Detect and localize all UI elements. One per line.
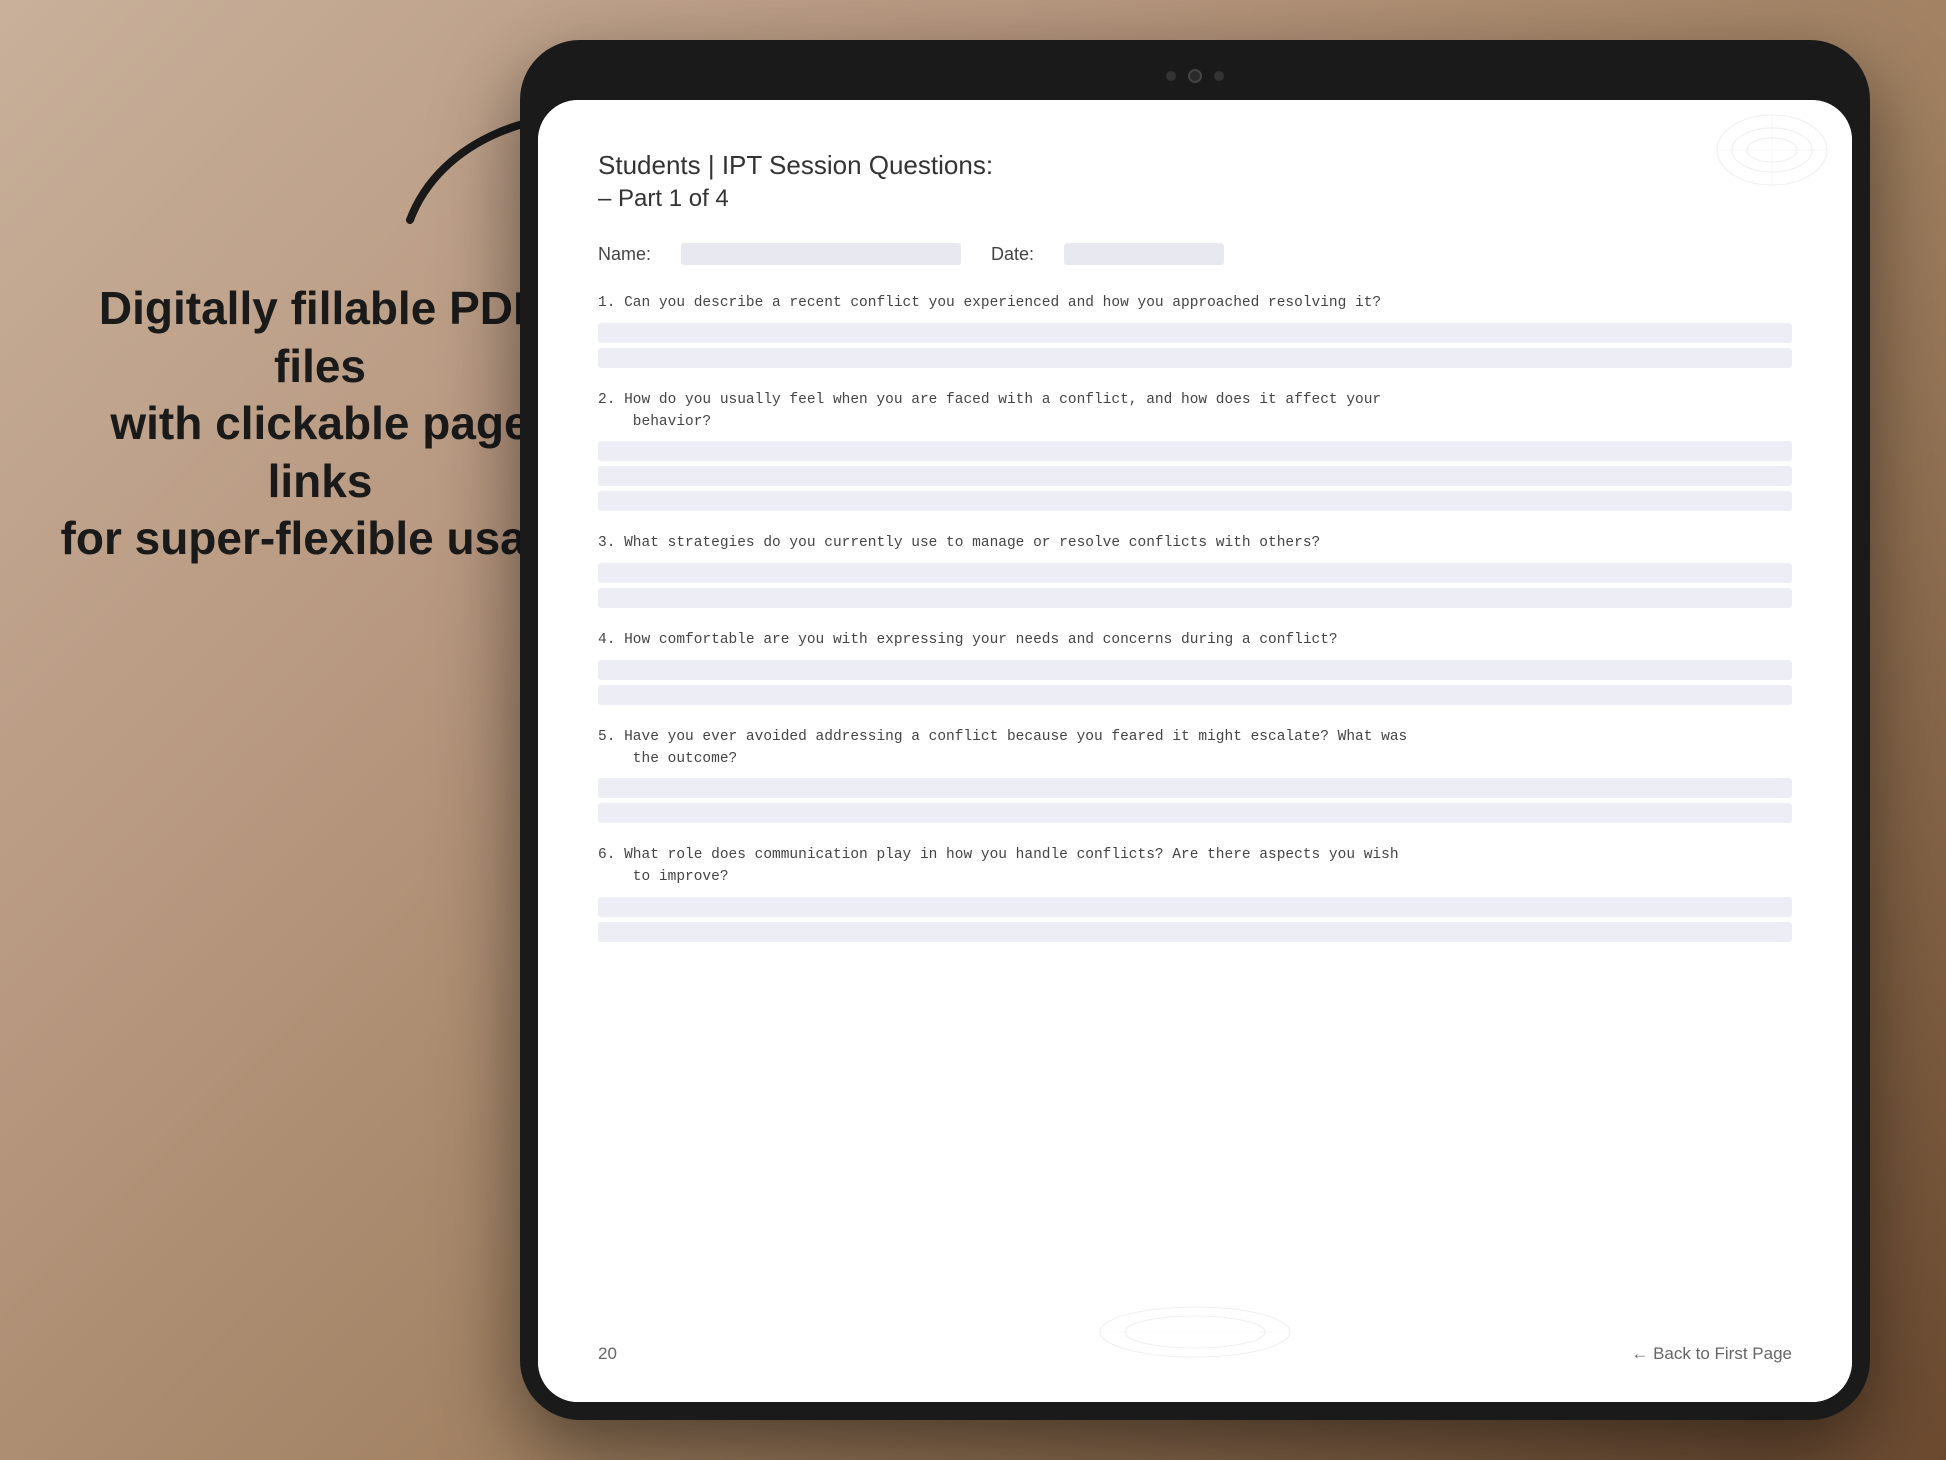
question-3-answer[interactable] <box>598 563 1792 608</box>
question-4: 4. How comfortable are you with expressi… <box>598 630 1792 705</box>
question-2: 2. How do you usually feel when you are … <box>598 390 1792 512</box>
question-6-text: 6. What role does communication play in … <box>598 845 1792 889</box>
question-4-answer[interactable] <box>598 660 1792 705</box>
answer-line <box>598 778 1792 798</box>
answer-line <box>598 588 1792 608</box>
question-1-answer[interactable] <box>598 323 1792 368</box>
watermark-bottom <box>1095 1302 1295 1362</box>
pdf-title: Students | IPT Session Questions: <box>598 150 1792 181</box>
pdf-fields-row: Name: Date: <box>598 243 1792 265</box>
question-5-answer[interactable] <box>598 778 1792 823</box>
camera-dot-left <box>1166 71 1176 81</box>
answer-line <box>598 491 1792 511</box>
promo-text: Digitally fillable PDF files with clicka… <box>60 280 580 568</box>
date-label: Date: <box>991 244 1034 265</box>
answer-line <box>598 897 1792 917</box>
question-5-text: 5. Have you ever avoided addressing a co… <box>598 727 1792 771</box>
question-3-text: 3. What strategies do you currently use … <box>598 533 1792 555</box>
question-5: 5. Have you ever avoided addressing a co… <box>598 727 1792 824</box>
pdf-page: Students | IPT Session Questions: – Part… <box>538 100 1852 1402</box>
question-1-text: 1. Can you describe a recent conflict yo… <box>598 293 1792 315</box>
question-1: 1. Can you describe a recent conflict yo… <box>598 293 1792 368</box>
question-4-text: 4. How comfortable are you with expressi… <box>598 630 1792 652</box>
question-6-answer[interactable] <box>598 897 1792 942</box>
answer-line <box>598 323 1792 343</box>
watermark-top <box>1712 110 1832 190</box>
tablet-camera-bar <box>538 58 1852 94</box>
answer-line <box>598 685 1792 705</box>
answer-line <box>598 922 1792 942</box>
answer-line <box>598 348 1792 368</box>
date-input[interactable] <box>1064 243 1224 265</box>
tablet-device: Students | IPT Session Questions: – Part… <box>520 40 1870 1420</box>
answer-line <box>598 466 1792 486</box>
name-input[interactable] <box>681 243 961 265</box>
question-2-answer[interactable] <box>598 441 1792 511</box>
name-label: Name: <box>598 244 651 265</box>
answer-line <box>598 563 1792 583</box>
camera-dot-right <box>1214 71 1224 81</box>
page-number: 20 <box>598 1344 617 1364</box>
camera-lens <box>1188 69 1202 83</box>
pdf-subtitle: – Part 1 of 4 <box>598 185 1792 213</box>
tablet-screen: Students | IPT Session Questions: – Part… <box>538 100 1852 1402</box>
answer-line <box>598 441 1792 461</box>
back-to-first-page-link[interactable]: ← Back to First Page <box>1631 1344 1792 1364</box>
answer-line <box>598 803 1792 823</box>
question-3: 3. What strategies do you currently use … <box>598 533 1792 608</box>
question-2-text: 2. How do you usually feel when you are … <box>598 390 1792 434</box>
question-6: 6. What role does communication play in … <box>598 845 1792 942</box>
answer-line <box>598 660 1792 680</box>
